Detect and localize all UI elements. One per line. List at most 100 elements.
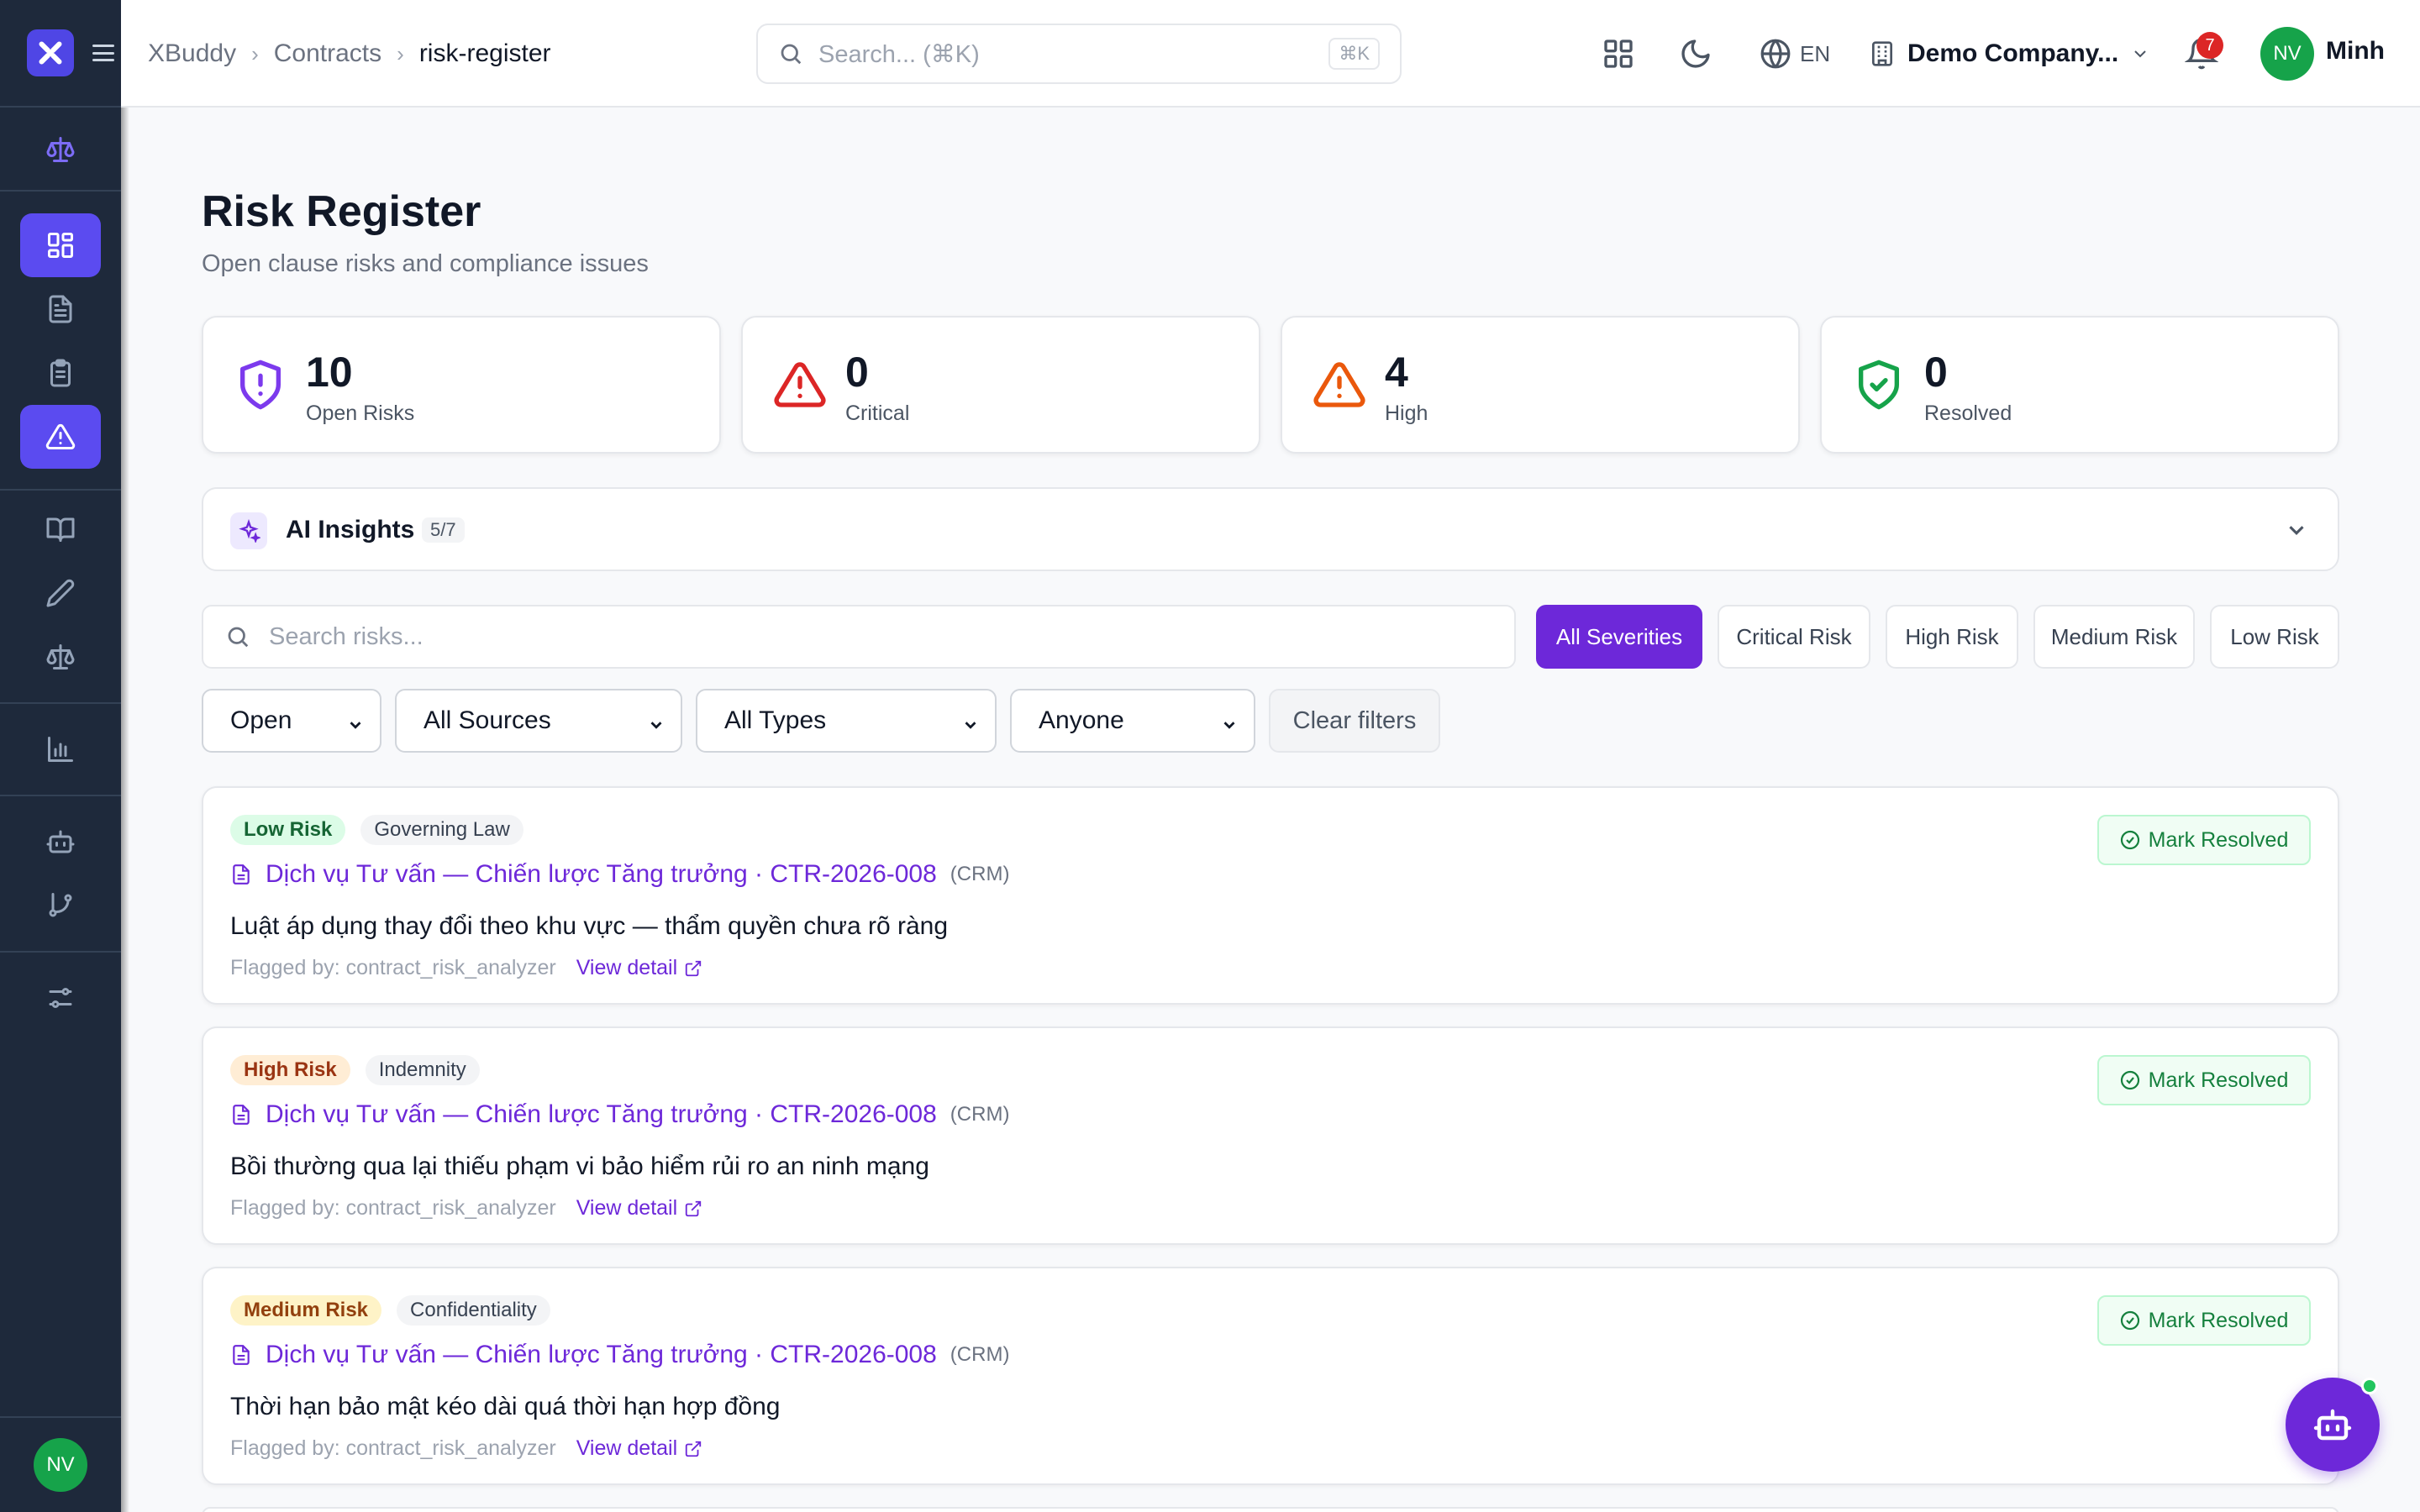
filter-high-risk-button[interactable]: High Risk bbox=[1886, 605, 2018, 669]
view-detail-link[interactable]: View detail bbox=[576, 1436, 702, 1461]
breadcrumb-item[interactable]: XBuddy bbox=[148, 39, 236, 68]
source-label: (CRM) bbox=[950, 1343, 1010, 1366]
contract-link[interactable]: Dịch vụ Tư vấn — Chiến lược Tăng trưởng … bbox=[266, 1100, 937, 1129]
stat-value: 4 bbox=[1385, 349, 1408, 396]
sidebar-item-dashboard[interactable] bbox=[20, 213, 101, 277]
breadcrumb: XBuddy › Contracts › risk-register bbox=[148, 0, 551, 108]
chevron-right-icon: › bbox=[251, 40, 259, 66]
view-detail-link[interactable]: View detail bbox=[576, 1196, 702, 1221]
sidebar-item-signatures[interactable] bbox=[20, 561, 101, 625]
filter-all-severities-button[interactable]: All Severities bbox=[1536, 605, 1702, 669]
global-search-input[interactable]: Search... (⌘K) ⌘K bbox=[756, 24, 1402, 84]
apps-grid-icon[interactable] bbox=[1602, 37, 1635, 71]
stat-value: 0 bbox=[1924, 349, 1948, 396]
search-icon bbox=[228, 627, 249, 648]
source-label: (CRM) bbox=[950, 1103, 1010, 1126]
contract-link[interactable]: Dịch vụ Tư vấn — Chiến lược Tăng trưởng … bbox=[266, 860, 937, 889]
sidebar-item-workflows[interactable] bbox=[20, 874, 101, 937]
check-circle-icon bbox=[2120, 1310, 2139, 1331]
filter-critical-risk-button[interactable]: Critical Risk bbox=[1718, 605, 1870, 669]
type-select-value: All Types bbox=[724, 706, 827, 734]
source-select-value: All Sources bbox=[424, 706, 551, 734]
view-detail-label: View detail bbox=[576, 1196, 678, 1220]
chevron-down-icon bbox=[346, 712, 365, 731]
clear-filters-button[interactable]: Clear filters bbox=[1269, 689, 1440, 753]
company-switcher[interactable]: Demo Company... bbox=[1869, 30, 2150, 77]
sidebar-item-analytics[interactable] bbox=[20, 717, 101, 781]
menu-toggle-icon[interactable] bbox=[92, 45, 114, 61]
external-link-icon bbox=[685, 1441, 702, 1457]
sidebar-item-tasks[interactable] bbox=[20, 341, 101, 405]
risk-search-input[interactable]: Search risks... bbox=[202, 605, 1516, 669]
filter-medium-risk-button[interactable]: Medium Risk bbox=[2033, 605, 2195, 669]
globe-icon bbox=[1760, 39, 1791, 69]
alert-triangle-icon bbox=[774, 362, 826, 407]
sliders-icon bbox=[49, 988, 72, 1008]
view-detail-link[interactable]: View detail bbox=[576, 956, 702, 980]
status-select[interactable]: Open bbox=[202, 689, 381, 753]
chevron-down-icon bbox=[961, 712, 980, 731]
source-select[interactable]: All Sources bbox=[395, 689, 682, 753]
page-subtitle: Open clause risks and compliance issues bbox=[202, 250, 649, 277]
ai-insights-title: AI Insights bbox=[286, 516, 415, 543]
stat-card-high: 4 High bbox=[1281, 316, 1800, 454]
mark-resolved-button[interactable]: Mark Resolved bbox=[2097, 1295, 2311, 1346]
external-link-icon bbox=[685, 960, 702, 976]
risk-description: Bồi thường qua lại thiếu phạm vi bảo hiể… bbox=[230, 1152, 929, 1180]
global-search-placeholder: Search... (⌘K) bbox=[818, 40, 980, 68]
git-branch-icon bbox=[49, 893, 72, 917]
stat-card-resolved: 0 Resolved bbox=[1820, 316, 2339, 454]
dark-mode-moon-icon[interactable] bbox=[1679, 37, 1712, 71]
document-icon bbox=[233, 1345, 250, 1365]
sidebar-item-library[interactable] bbox=[20, 497, 101, 561]
category-badge: Indemnity bbox=[365, 1055, 480, 1085]
language-label: EN bbox=[1800, 40, 1831, 66]
risk-description: Luật áp dụng thay đổi theo khu vực — thẩ… bbox=[230, 912, 949, 940]
severity-badge: High Risk bbox=[230, 1055, 350, 1085]
view-detail-label: View detail bbox=[576, 1436, 678, 1460]
risk-search-placeholder: Search risks... bbox=[269, 622, 424, 650]
chevron-down-icon bbox=[647, 712, 666, 731]
risk-card: Low Risk Governing Law Dịch vụ Tư vấn — … bbox=[202, 786, 2339, 1005]
chevron-down-icon[interactable] bbox=[2284, 517, 2309, 543]
scale-icon bbox=[46, 137, 75, 162]
contract-link[interactable]: Dịch vụ Tư vấn — Chiến lược Tăng trưởng … bbox=[266, 1341, 937, 1369]
risk-card-partial bbox=[202, 1507, 2339, 1512]
sidebar-avatar[interactable]: NV bbox=[34, 1438, 87, 1492]
alert-triangle-icon bbox=[45, 423, 76, 449]
sidebar-item-legal[interactable] bbox=[20, 118, 101, 181]
scale-icon bbox=[46, 644, 75, 669]
search-icon bbox=[781, 44, 802, 65]
risk-card: Medium Risk Confidentiality Dịch vụ Tư v… bbox=[202, 1267, 2339, 1485]
user-name[interactable]: Minh bbox=[2326, 37, 2385, 66]
sidebar-item-compliance[interactable] bbox=[20, 625, 101, 689]
external-link-icon bbox=[685, 1200, 702, 1216]
assignee-select[interactable]: Anyone bbox=[1010, 689, 1255, 753]
risk-card: High Risk Indemnity Dịch vụ Tư vấn — Chi… bbox=[202, 1026, 2339, 1245]
bar-chart-icon bbox=[48, 737, 73, 762]
dashboard-icon bbox=[48, 233, 73, 258]
sidebar-top bbox=[0, 0, 121, 108]
app-logo-icon[interactable] bbox=[27, 29, 74, 76]
user-avatar[interactable]: NV bbox=[2260, 27, 2314, 81]
robot-icon bbox=[2313, 1409, 2352, 1441]
stat-label: High bbox=[1385, 402, 1428, 425]
sidebar-item-settings[interactable] bbox=[20, 966, 101, 1030]
sidebar-item-documents[interactable] bbox=[20, 277, 101, 341]
type-select[interactable]: All Types bbox=[696, 689, 997, 753]
shield-alert-icon bbox=[240, 360, 281, 410]
mark-resolved-button[interactable]: Mark Resolved bbox=[2097, 815, 2311, 865]
sidebar-item-agents[interactable] bbox=[20, 810, 101, 874]
flagged-by: Flagged by: contract_risk_analyzer bbox=[230, 956, 556, 979]
ai-insights-panel[interactable]: AI Insights 5/7 bbox=[202, 487, 2339, 571]
mark-resolved-button[interactable]: Mark Resolved bbox=[2097, 1055, 2311, 1105]
breadcrumb-item[interactable]: Contracts bbox=[274, 39, 381, 68]
chevron-right-icon: › bbox=[397, 40, 404, 66]
stat-card-critical: 0 Critical bbox=[741, 316, 1260, 454]
filter-low-risk-button[interactable]: Low Risk bbox=[2210, 605, 2339, 669]
sidebar-item-risks[interactable] bbox=[20, 405, 101, 469]
mark-resolved-label: Mark Resolved bbox=[2148, 827, 2289, 852]
chevron-down-icon bbox=[2134, 50, 2146, 58]
language-switcher[interactable]: EN bbox=[1760, 34, 1830, 74]
check-circle-icon bbox=[2120, 830, 2139, 850]
